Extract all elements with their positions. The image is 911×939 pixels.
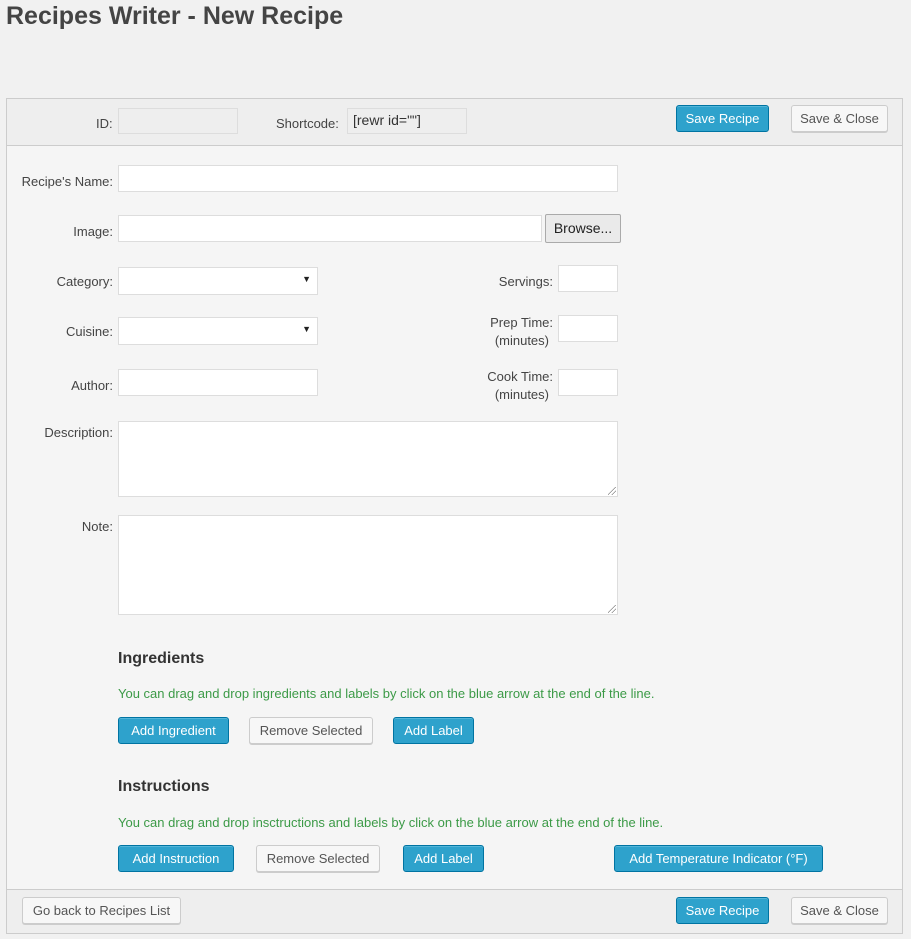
add-ingredient-label-button[interactable]: Add Label — [393, 717, 474, 744]
add-temperature-indicator-button[interactable]: Add Temperature Indicator (°F) — [614, 845, 823, 872]
cuisine-label: Cuisine: — [66, 324, 113, 339]
add-instruction-label-button[interactable]: Add Label — [403, 845, 484, 872]
id-label: ID: — [96, 116, 113, 131]
save-close-button[interactable]: Save & Close — [791, 105, 888, 132]
recipe-name-label: Recipe's Name: — [21, 174, 113, 189]
category-select[interactable]: ▼ — [118, 267, 318, 295]
resize-handle-icon[interactable] — [608, 487, 616, 495]
cuisine-select[interactable]: ▼ — [118, 317, 318, 345]
chevron-down-icon: ▼ — [302, 324, 311, 334]
prep-time-label: Prep Time: — [490, 315, 553, 330]
shortcode-field[interactable]: [rewr id=""] — [347, 108, 467, 134]
servings-input[interactable] — [558, 265, 618, 292]
category-label: Category: — [56, 274, 113, 289]
remove-selected-instructions-button[interactable]: Remove Selected — [256, 845, 380, 872]
top-action-bar: ID: Shortcode: [rewr id=""] Save Recipe … — [7, 99, 902, 146]
cook-time-input[interactable] — [558, 369, 618, 396]
id-field[interactable] — [118, 108, 238, 134]
resize-handle-icon[interactable] — [608, 605, 616, 613]
image-label: Image: — [73, 224, 113, 239]
save-recipe-button[interactable]: Save Recipe — [676, 105, 769, 132]
prep-time-input[interactable] — [558, 315, 618, 342]
chevron-down-icon: ▼ — [302, 274, 311, 284]
image-input[interactable] — [118, 215, 542, 242]
cook-time-label: Cook Time: — [487, 369, 553, 384]
ingredients-heading: Ingredients — [118, 650, 205, 667]
shortcode-label: Shortcode: — [276, 116, 339, 131]
description-textarea[interactable] — [118, 421, 618, 497]
add-instruction-button[interactable]: Add Instruction — [118, 845, 234, 872]
recipe-name-input[interactable] — [118, 165, 618, 192]
instructions-heading: Instructions — [118, 778, 210, 795]
prep-time-unit-label: (minutes) — [494, 333, 549, 348]
author-label: Author: — [71, 378, 113, 393]
servings-label: Servings: — [498, 274, 553, 289]
author-input[interactable] — [118, 369, 318, 396]
ingredients-hint: You can drag and drop ingredients and la… — [118, 686, 655, 701]
cook-time-unit-label: (minutes) — [494, 387, 549, 402]
note-label: Note: — [81, 519, 113, 534]
add-ingredient-button[interactable]: Add Ingredient — [118, 717, 229, 744]
note-textarea[interactable] — [118, 515, 618, 615]
instructions-hint: You can drag and drop insctructions and … — [118, 815, 664, 830]
remove-selected-ingredients-button[interactable]: Remove Selected — [249, 717, 373, 744]
save-recipe-button-bottom[interactable]: Save Recipe — [676, 897, 769, 924]
browse-button[interactable]: Browse... — [545, 214, 621, 243]
save-close-button-bottom[interactable]: Save & Close — [791, 897, 888, 924]
recipe-editor-panel: ID: Shortcode: [rewr id=""] Save Recipe … — [6, 98, 903, 934]
back-to-recipes-button[interactable]: Go back to Recipes List — [22, 897, 181, 924]
description-label: Description: — [44, 425, 113, 440]
page-title: Recipes Writer - New Recipe — [6, 2, 344, 30]
bottom-action-bar: Go back to Recipes List Save Recipe Save… — [7, 889, 902, 933]
